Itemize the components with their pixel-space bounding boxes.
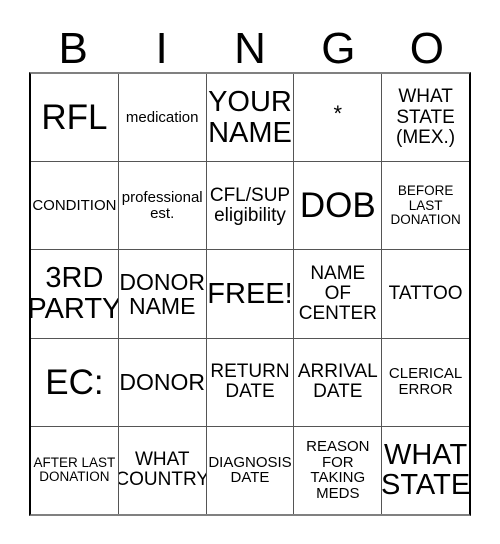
bingo-cell[interactable]: WHAT COUNTRY	[117, 426, 206, 515]
bingo-cell[interactable]: REASON FOR TAKING MEDS	[293, 426, 381, 515]
header-letter-o: O	[409, 24, 444, 73]
bingo-cell[interactable]: CFL/SUP eligibility	[205, 162, 294, 250]
bingo-cell[interactable]: WHAT STATE (MEX.)	[381, 74, 469, 162]
bingo-card: B I N G O RFL medication YOUR NAME * WHA…	[29, 18, 471, 516]
bingo-cell[interactable]: 3RD PARTY	[31, 250, 118, 337]
bingo-row: RFL medication YOUR NAME * WHAT STATE (M…	[31, 74, 469, 162]
bingo-cell[interactable]: EC:	[31, 339, 118, 426]
bingo-cell[interactable]: medication	[117, 74, 206, 162]
bingo-row: EC: DONOR RETURN DATE ARRIVAL DATE CLERI…	[31, 337, 469, 426]
bingo-cell[interactable]: *	[293, 74, 381, 162]
bingo-cell[interactable]: WHAT STATE	[381, 426, 469, 515]
bingo-row: AFTER LAST DONATION WHAT COUNTRY DIAGNOS…	[31, 425, 469, 515]
bingo-grid: RFL medication YOUR NAME * WHAT STATE (M…	[29, 72, 471, 516]
bingo-cell[interactable]: AFTER LAST DONATION	[31, 427, 118, 514]
bingo-cell[interactable]: DONOR	[117, 338, 206, 426]
header-letter-g: G	[321, 24, 356, 73]
bingo-cell[interactable]: NAME OF CENTER	[293, 250, 381, 338]
bingo-cell[interactable]: CLERICAL ERROR	[381, 338, 469, 426]
bingo-cell[interactable]: TATTOO	[381, 250, 469, 338]
bingo-cell[interactable]: RFL	[31, 74, 118, 161]
bingo-cell[interactable]: DIAGNOSIS DATE	[205, 426, 294, 515]
bingo-cell[interactable]: DONOR NAME	[117, 250, 206, 338]
bingo-cell[interactable]: professional est.	[117, 162, 206, 250]
header-letter-n: N	[234, 24, 266, 73]
bingo-row: CONDITION professional est. CFL/SUP elig…	[31, 161, 469, 250]
bingo-cell[interactable]: BEFORE LAST DONATION	[381, 162, 469, 250]
bingo-cell[interactable]: CONDITION	[31, 162, 118, 249]
header-letter-i: I	[155, 24, 168, 73]
bingo-row: 3RD PARTY DONOR NAME FREE! NAME OF CENTE…	[31, 249, 469, 338]
bingo-cell[interactable]: YOUR NAME	[205, 74, 294, 162]
bingo-cell[interactable]: RETURN DATE	[205, 338, 294, 426]
bingo-cell-free[interactable]: FREE!	[205, 250, 294, 338]
bingo-cell[interactable]: DOB	[293, 162, 381, 250]
bingo-cell[interactable]: ARRIVAL DATE	[293, 338, 381, 426]
header-letter-b: B	[58, 24, 88, 73]
bingo-header: B I N G O	[29, 18, 471, 72]
